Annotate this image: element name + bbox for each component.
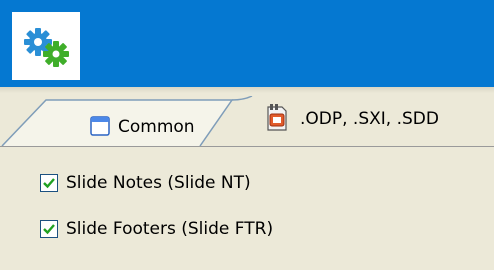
header-separator <box>0 87 494 93</box>
slide-footers-label: Slide Footers (Slide FTR) <box>66 219 274 239</box>
gears-icon <box>24 28 69 67</box>
tab-baseline <box>0 146 494 147</box>
option-slide-notes[interactable]: Slide Notes (Slide NT) <box>40 171 251 195</box>
window-icon <box>90 116 110 136</box>
tab-odp-sxi-sdd[interactable]: .ODP, .SXI, .SDD <box>262 96 494 140</box>
checkmark-icon <box>43 224 55 235</box>
tab-odp-label: .ODP, .SXI, .SDD <box>300 109 439 129</box>
header-bar <box>0 0 494 87</box>
option-slide-footers[interactable]: Slide Footers (Slide FTR) <box>40 217 273 241</box>
slide-notes-checkbox[interactable] <box>40 174 58 192</box>
slide-footers-checkbox[interactable] <box>40 220 58 238</box>
slide-notes-label: Slide Notes (Slide NT) <box>66 173 251 193</box>
presentation-file-icon <box>264 104 290 132</box>
tab-common-label: Common <box>118 117 195 137</box>
checkmark-icon <box>43 178 55 189</box>
app-logo <box>12 12 80 80</box>
tab-common[interactable]: Common <box>0 96 260 146</box>
tab-strip: Common .ODP, .SXI, .SDD <box>0 96 494 146</box>
